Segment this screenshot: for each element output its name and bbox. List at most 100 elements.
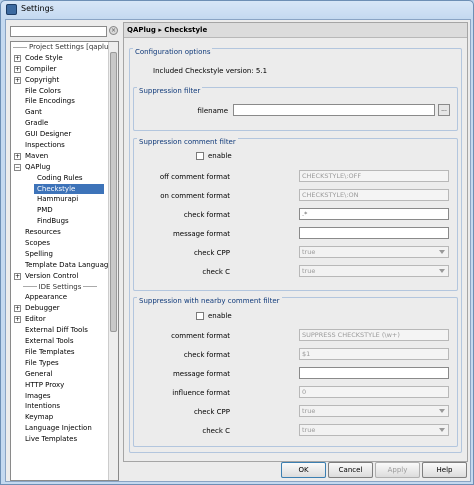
expand-icon[interactable]: + xyxy=(14,272,21,280)
tree-item-label: Inspections xyxy=(25,141,65,150)
tree-item-label: Images xyxy=(25,391,51,400)
tree-item[interactable]: + Copyright xyxy=(11,75,109,86)
tree-item-label: Appearance xyxy=(25,293,68,302)
expand-icon[interactable]: + xyxy=(14,316,21,324)
suppression-comment-filter-group: Suppression comment filter enable off co… xyxy=(133,138,458,291)
tree-item-label: General xyxy=(25,369,53,378)
expand-icon[interactable]: + xyxy=(14,76,21,84)
tree-item-label: Intentions xyxy=(25,402,61,411)
tree-item-label: Copyright xyxy=(25,75,60,84)
tree-item[interactable]: GUI Designer xyxy=(11,129,109,140)
comment-check-format-label: check format xyxy=(183,211,230,219)
nearby-comment-format-label: comment format xyxy=(171,332,230,340)
nearby-filter-enable-checkbox[interactable] xyxy=(196,312,204,320)
tree-item-label: Editor xyxy=(25,315,46,324)
nearby-check-format-label: check format xyxy=(183,351,230,359)
comment-check-c-select[interactable]: true xyxy=(299,265,449,277)
window-title: Settings xyxy=(21,4,54,13)
settings-window: Settings × Project Settings [qaplug] + Cod… xyxy=(0,0,474,485)
tree-item[interactable]: File Types xyxy=(11,358,109,369)
nearby-check-c-label: check C xyxy=(202,427,230,435)
tree-item[interactable]: − QAPlug xyxy=(11,162,109,173)
browse-button[interactable]: ... xyxy=(438,104,450,116)
checkstyle-version-text: Included Checkstyle version: 5.1 xyxy=(153,67,268,75)
tree-item-label: File Types xyxy=(25,358,59,367)
comment-message-format-input[interactable] xyxy=(299,227,449,239)
help-button[interactable]: Help xyxy=(422,462,467,478)
nearby-check-cpp-select[interactable]: true xyxy=(299,405,449,417)
tree-item-label: GUI Designer xyxy=(25,130,72,139)
nearby-check-cpp-label: check CPP xyxy=(193,408,230,416)
clear-search-icon[interactable]: × xyxy=(109,26,118,35)
tree-item-label: Project Settings [qaplug] xyxy=(29,43,109,51)
tree-item[interactable]: + Compiler xyxy=(11,64,109,75)
chevron-down-icon xyxy=(439,409,445,413)
breadcrumb-root: QAPlug xyxy=(127,26,156,34)
tree-item[interactable]: Scopes xyxy=(11,238,109,249)
tree-section-header: IDE Settings xyxy=(11,282,109,293)
nearby-message-format-input[interactable] xyxy=(299,367,449,379)
tree-item-label: File Colors xyxy=(25,86,61,95)
tree-item[interactable]: Inspections xyxy=(11,140,109,151)
tree-item[interactable]: Gradle xyxy=(11,118,109,129)
off-comment-format-input[interactable]: CHECKSTYLE\:OFF xyxy=(299,170,449,182)
title-bar[interactable]: Settings xyxy=(1,1,473,19)
comment-check-format-input[interactable]: .* xyxy=(299,208,449,220)
ok-button[interactable]: OK xyxy=(281,462,326,478)
panel-splitter[interactable] xyxy=(119,20,122,465)
tree-section-header: Project Settings [qaplug] xyxy=(11,42,109,53)
tree-item-label: External Tools xyxy=(25,337,74,346)
nearby-check-format-input[interactable]: $1 xyxy=(299,348,449,360)
collapse-icon[interactable]: − xyxy=(14,163,21,171)
tree-item[interactable]: + Maven xyxy=(11,151,109,162)
tree-item[interactable]: Appearance xyxy=(11,292,109,303)
nearby-message-format-label: message format xyxy=(172,370,230,378)
comment-check-cpp-label: check CPP xyxy=(193,249,230,257)
filename-input[interactable] xyxy=(233,104,435,116)
breadcrumb-leaf: Checkstyle xyxy=(164,26,208,34)
chevron-down-icon xyxy=(439,428,445,432)
tree-item[interactable]: File Colors xyxy=(11,86,109,97)
tree-item-label: FindBugs xyxy=(37,217,69,226)
influence-format-input[interactable]: 0 xyxy=(299,386,449,398)
expand-icon[interactable]: + xyxy=(14,54,21,62)
on-comment-format-input[interactable]: CHECKSTYLE\:ON xyxy=(299,189,449,201)
tree-item-label: PMD xyxy=(37,206,53,215)
nearby-check-c-select[interactable]: true xyxy=(299,424,449,436)
settings-search-input[interactable] xyxy=(10,26,107,37)
chevron-down-icon xyxy=(439,250,445,254)
off-comment-format-label: off comment format xyxy=(159,173,230,181)
tree-item[interactable]: + Code Style xyxy=(11,53,109,64)
expand-icon[interactable]: + xyxy=(14,65,21,73)
tree-item-label: Live Templates xyxy=(25,435,78,444)
configuration-options-title: Configuration options xyxy=(133,48,213,56)
filename-label: filename xyxy=(197,107,228,115)
tree-item[interactable]: File Encodings xyxy=(11,96,109,107)
tree-item-label: Resources xyxy=(25,228,61,237)
tree-item[interactable]: + Debugger xyxy=(11,303,109,314)
dialog-body: × Project Settings [qaplug] + Code Style + C… xyxy=(5,19,471,482)
comment-filter-enable-checkbox[interactable] xyxy=(196,152,204,160)
tree-item-label: External Diff Tools xyxy=(25,326,88,335)
comment-check-cpp-select[interactable]: true xyxy=(299,246,449,258)
tree-item-label: Hammurapi xyxy=(37,195,79,204)
tree-item-label: File Templates xyxy=(25,347,75,356)
tree-item[interactable]: + Editor xyxy=(11,314,109,325)
tree-item[interactable]: Live Templates xyxy=(11,434,109,445)
nearby-check-c-value: true xyxy=(302,426,316,434)
tree-item-label: IDE Settings xyxy=(38,282,82,291)
nearby-comment-format-input[interactable]: SUPPRESS CHECKSTYLE (\w+) xyxy=(299,329,449,341)
tree-item-label: Code Style xyxy=(25,53,63,62)
nearby-comment-filter-group: Suppression with nearby comment filter e… xyxy=(133,297,458,447)
expand-icon[interactable]: + xyxy=(14,152,21,160)
cancel-button[interactable]: Cancel xyxy=(328,462,373,478)
configuration-options-group: Configuration options Included Checkstyl… xyxy=(129,48,462,453)
apply-button[interactable]: Apply xyxy=(375,462,420,478)
comment-message-format-label: message format xyxy=(172,230,230,238)
suppression-filter-group: Suppression filter filename ... xyxy=(133,87,458,131)
breadcrumb-separator-icon: ▸ xyxy=(158,26,162,34)
tree-item-label: Compiler xyxy=(25,64,57,73)
tree-item-label: Scopes xyxy=(25,239,50,248)
tree-item-label: HTTP Proxy xyxy=(25,380,65,389)
expand-icon[interactable]: + xyxy=(14,305,21,313)
